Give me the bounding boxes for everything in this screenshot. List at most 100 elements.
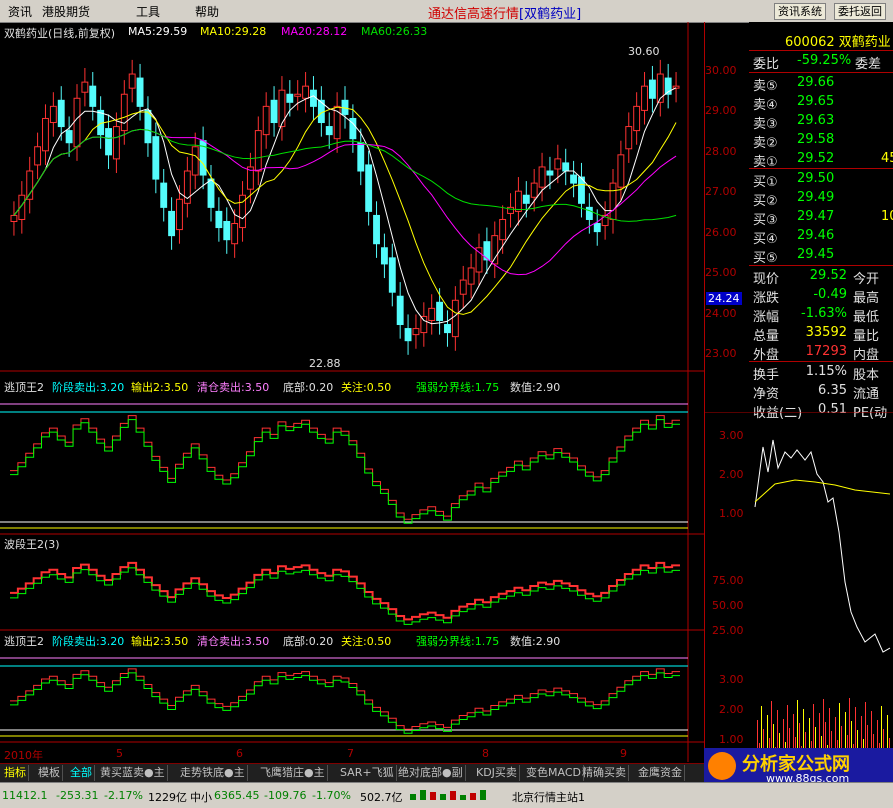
stat-row: 涨跌 -0.49 最高 xyxy=(749,287,893,306)
bid-row[interactable]: 买⑤ 29.45 xyxy=(749,247,893,266)
x-axis-year: 2010年 xyxy=(4,749,43,762)
stat2-row: 换手 1.15% 股本 xyxy=(749,364,893,383)
panel1-item-divider: 强弱分界线:1.75 xyxy=(416,381,500,394)
stat-label2: 量比 xyxy=(853,329,880,344)
indicator-tab-bar: 指标 模板 全部 黄买蓝卖●主 走势铁底●主 飞鹰猎庄●主 SAR+飞狐 绝对底… xyxy=(0,763,704,782)
panel3-item-stage-sell: 阶段卖出:3.20 xyxy=(52,635,125,648)
menu-item-info[interactable]: 资讯 xyxy=(8,3,32,20)
bid-label: 买⑤ xyxy=(753,251,778,266)
stat-label: 总量 xyxy=(753,329,780,344)
p2-scale-75: 75.00 xyxy=(712,574,744,587)
divider xyxy=(749,361,893,362)
server-name: 北京行情主站1 xyxy=(512,791,585,804)
ask-price: 29.63 xyxy=(797,113,835,128)
stat-label: 涨跌 xyxy=(753,291,780,306)
tab-all[interactable]: 全部 xyxy=(68,765,95,781)
ask-label: 卖③ xyxy=(753,117,778,132)
stat-value: 33592 xyxy=(805,325,847,340)
p1-scale-2: 2.00 xyxy=(719,468,744,481)
bid-row[interactable]: 买④ 29.46 xyxy=(749,228,893,247)
ask-row[interactable]: 卖④ 29.65 xyxy=(749,94,893,113)
menu-item-help[interactable]: 帮助 xyxy=(195,3,219,20)
panel3-item-focus: 关注:0.50 xyxy=(341,635,392,648)
panel1-item-bottom: 底部:0.20 xyxy=(283,381,334,394)
price-scale-25: 25.00 xyxy=(705,266,737,279)
panel3-item-bottom: 底部:0.20 xyxy=(283,635,334,648)
tab-indicator[interactable]: 指标 xyxy=(2,765,29,781)
bid-row[interactable]: 买① 29.50 xyxy=(749,171,893,190)
bid-price: 29.49 xyxy=(797,190,835,205)
tab-precise-trade[interactable]: 精确买卖 xyxy=(580,765,629,781)
tab-eagle-fund[interactable]: 金鹰资金 xyxy=(636,765,685,781)
panel3-item-output2: 输出2:3.50 xyxy=(131,635,189,648)
stat2-row: 净资 6.35 流通 xyxy=(749,383,893,402)
order-return-button[interactable]: 委托返回 xyxy=(834,3,886,20)
market-strength-bars xyxy=(408,788,498,802)
panel1-lines xyxy=(0,403,688,529)
x-axis-month-9: 9 xyxy=(620,747,627,760)
ask-row[interactable]: 卖⑤ 29.66 xyxy=(749,75,893,94)
panel1-item-stage-sell: 阶段卖出:3.20 xyxy=(52,381,125,394)
p2-scale-25: 25.00 xyxy=(712,624,744,637)
price-scale-28: 28.00 xyxy=(705,145,737,158)
sh-percent: -2.17% xyxy=(104,789,143,802)
wc-label: 委差 xyxy=(855,57,882,72)
zx-percent: -1.70% xyxy=(312,789,351,802)
bid-row[interactable]: 买② 29.49 xyxy=(749,190,893,209)
stat2-label2: 股本 xyxy=(853,368,880,383)
stock-code: 600062 双鹤药业 xyxy=(785,35,891,50)
p1-scale-3: 3.00 xyxy=(719,429,744,442)
stat-row: 现价 29.52 今开 xyxy=(749,268,893,287)
info-system-button[interactable]: 资讯系统 xyxy=(774,3,826,20)
panel1-item-value: 数值:2.90 xyxy=(510,381,561,394)
panel3-item-divider: 强弱分界线:1.75 xyxy=(416,635,500,648)
divider xyxy=(749,168,893,169)
ask-price: 29.65 xyxy=(797,94,835,109)
chart-area[interactable]: 双鹤药业(日线,前复权) MA5:29.59 MA10:29.28 MA20:2… xyxy=(0,22,742,762)
quote-panel: 30.00 29.00 28.00 27.00 26.00 25.00 24.0… xyxy=(704,22,893,762)
ma20-label: MA20:28.12 xyxy=(281,25,348,38)
tab-kdj[interactable]: KDJ买卖 xyxy=(474,765,520,781)
bid-row[interactable]: 买③ 29.47 10 xyxy=(749,209,893,228)
panel3-item-value: 数值:2.90 xyxy=(510,635,561,648)
app-title: 通达信高速行情[双鹤药业] xyxy=(428,7,582,22)
bid-label: 买② xyxy=(753,194,778,209)
stat2-label2: 流通 xyxy=(853,387,880,402)
wb-value: -59.25% xyxy=(797,53,852,68)
zx-amount: 502.7亿 xyxy=(360,791,403,804)
sh-index[interactable]: 11412.1 xyxy=(2,789,48,802)
tab-trend-bottom[interactable]: 走势铁底●主 xyxy=(178,765,248,781)
menu-item-hk-futures[interactable]: 港股期货 xyxy=(42,3,90,20)
zx-index[interactable]: 6365.45 xyxy=(214,789,260,802)
ask-row[interactable]: 卖③ 29.63 xyxy=(749,113,893,132)
zx-label: 中小 xyxy=(190,791,212,804)
x-axis-month-8: 8 xyxy=(482,747,489,760)
sh-amount: 1229亿 xyxy=(148,791,187,804)
bid-label: 买③ xyxy=(753,213,778,228)
tab-template[interactable]: 模板 xyxy=(36,765,63,781)
stat-label: 涨幅 xyxy=(753,310,780,325)
divider xyxy=(749,265,893,266)
panel2-lines xyxy=(10,561,680,625)
tab-yellow-blue[interactable]: 黄买蓝卖●主 xyxy=(98,765,168,781)
stat-value: 29.52 xyxy=(809,268,847,283)
tab-sar-fox[interactable]: SAR+飞狐 xyxy=(338,765,397,781)
bid-price: 29.50 xyxy=(797,171,835,186)
bid-label: 买① xyxy=(753,175,778,190)
bid-price: 29.46 xyxy=(797,228,835,243)
price-scale-24: 24.00 xyxy=(705,307,737,320)
quote-block: 600062 双鹤药业 委比 -59.25% 委差 卖⑤ 29.66 卖④ 29.65… xyxy=(749,22,893,421)
p1-scale-1: 1.00 xyxy=(719,507,744,520)
menu-item-tools[interactable]: 工具 xyxy=(136,3,160,20)
stat2-value: 6.35 xyxy=(818,383,847,398)
ask-row[interactable]: 卖② 29.58 xyxy=(749,132,893,151)
stat-row: 涨幅 -1.63% 最低 xyxy=(749,306,893,325)
price-scale-30: 30.00 xyxy=(705,64,737,77)
panel3-title: 逃顶王2 xyxy=(4,635,44,648)
tab-eagle-hunt[interactable]: 飞鹰猎庄●主 xyxy=(258,765,328,781)
tab-macd[interactable]: 变色MACD xyxy=(524,765,584,781)
ask-label: 卖⑤ xyxy=(753,79,778,94)
panel1-item-focus: 关注:0.50 xyxy=(341,381,392,394)
tab-absolute-bottom[interactable]: 绝对底部●副 xyxy=(396,765,466,781)
p3-scale-3: 3.00 xyxy=(719,673,744,686)
